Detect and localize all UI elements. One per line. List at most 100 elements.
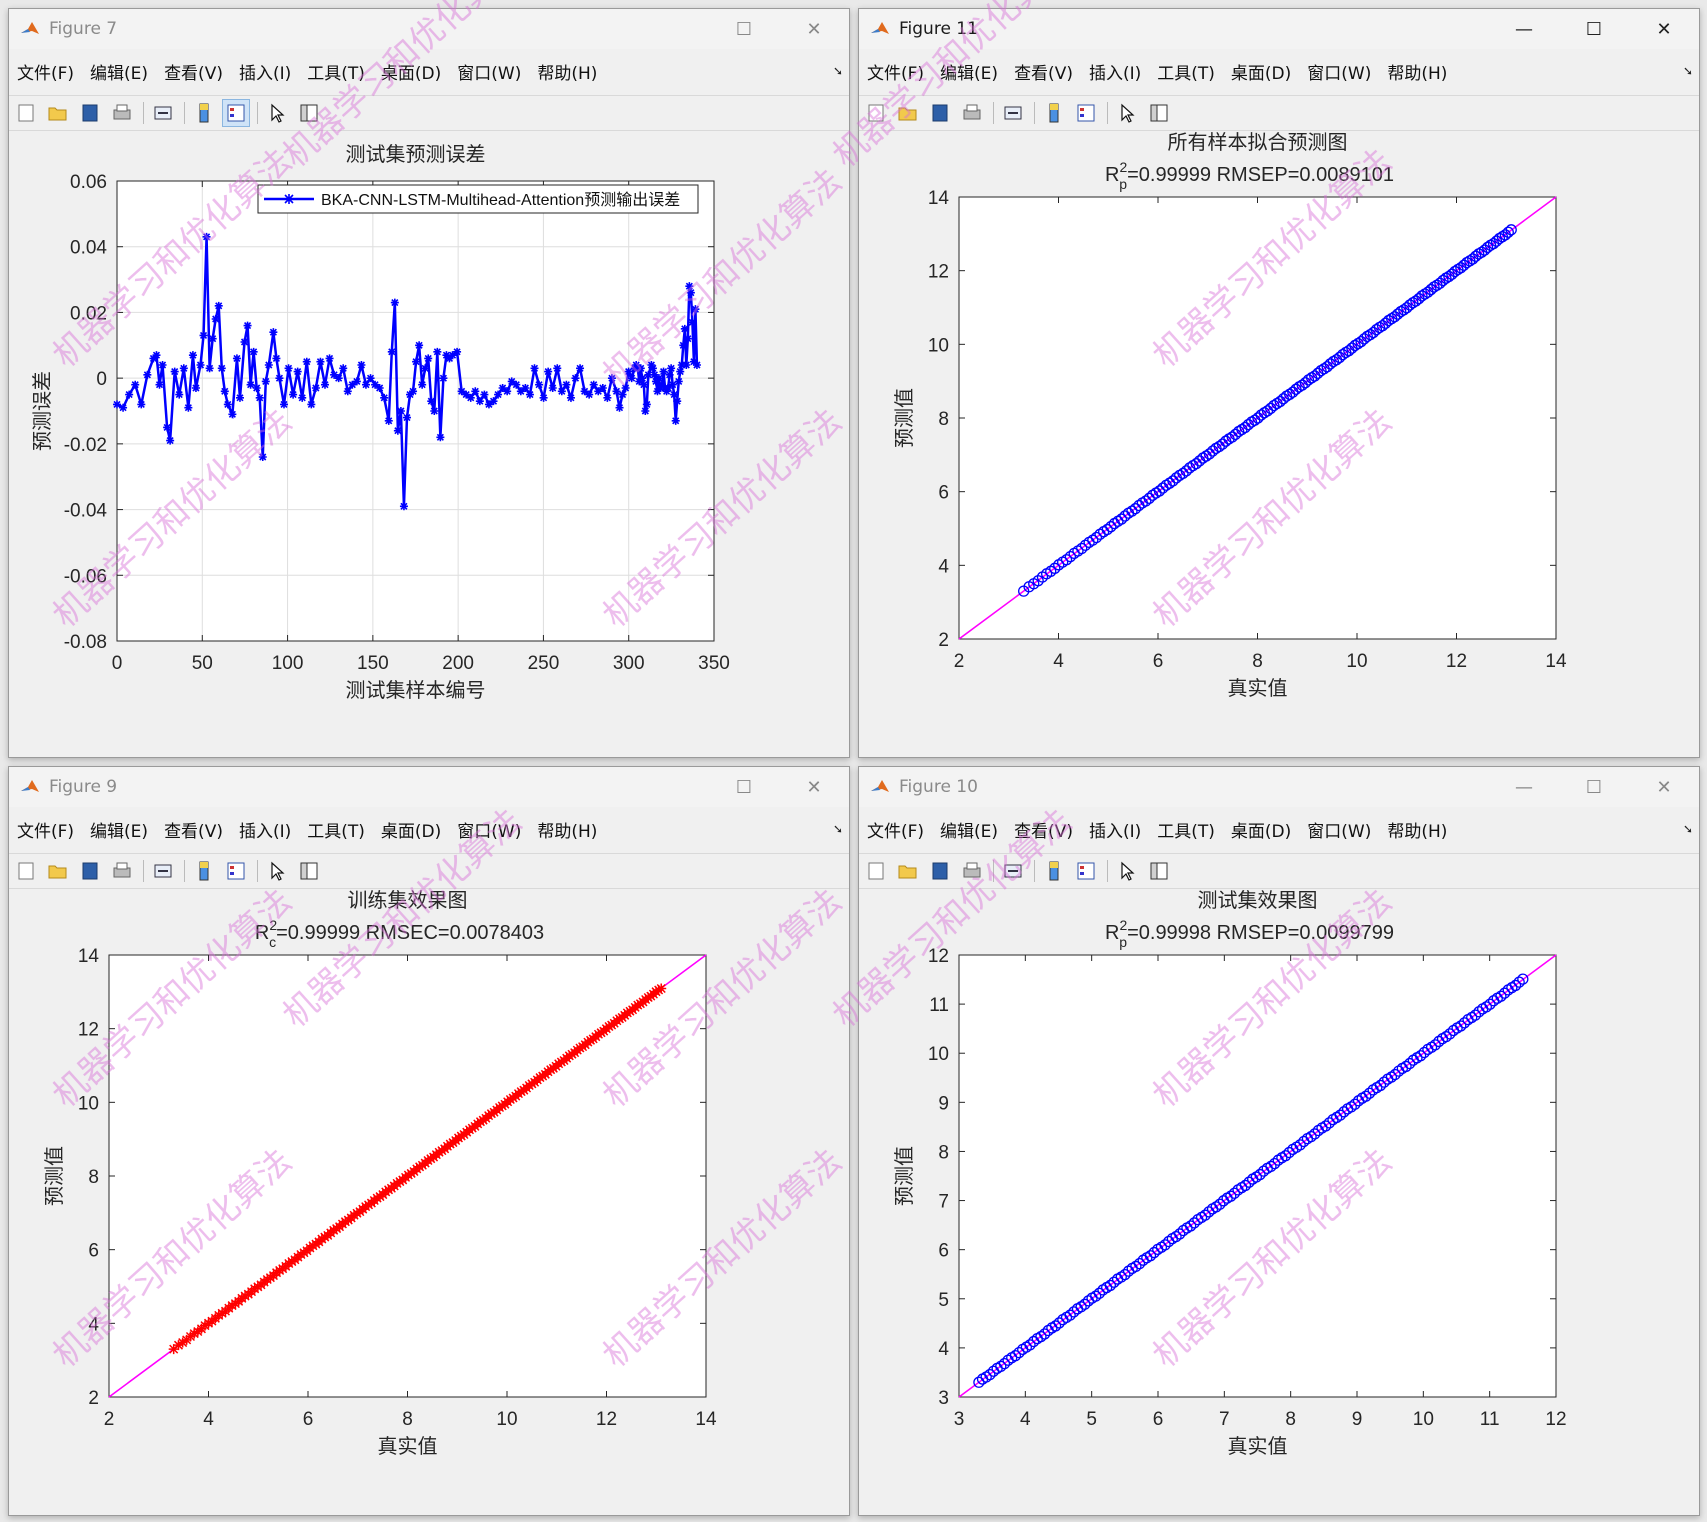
new-figure-icon[interactable] (863, 858, 889, 884)
save-icon[interactable] (77, 858, 103, 884)
save-icon[interactable] (927, 858, 953, 884)
maximize-button[interactable]: ☐ (1559, 9, 1629, 49)
figure-11-window[interactable]: Figure 11 — ☐ ✕ 文件(F) 编辑(E) 查看(V) 插入(I) 工具(T… (858, 8, 1700, 758)
pointer-icon[interactable] (1114, 858, 1140, 884)
open-file-icon[interactable] (45, 100, 71, 126)
new-figure-icon[interactable] (13, 100, 39, 126)
menu-help[interactable]: 帮助(H) (1387, 817, 1447, 842)
training-set-fit-chart[interactable]: 2 4 6 8 10 12 14 2 4 6 8 10 12 14 真实值 预测值 训练集效果图 R2 c=0.99… (9, 887, 849, 1515)
menu-desktop[interactable]: 桌面(D) (1231, 59, 1291, 84)
menu-overflow-icon[interactable]: ➘ (833, 64, 843, 78)
menu-tools[interactable]: 工具(T) (1157, 817, 1215, 842)
minimize-button[interactable]: — (1489, 767, 1559, 807)
menu-overflow-icon[interactable]: ➘ (1683, 822, 1693, 836)
minimize-button[interactable] (639, 9, 709, 49)
save-icon[interactable] (927, 100, 953, 126)
maximize-button[interactable]: ☐ (709, 9, 779, 49)
title-bar[interactable]: Figure 9 ☐ ✕ (9, 767, 849, 807)
property-inspector-icon[interactable] (1146, 100, 1172, 126)
menu-tools[interactable]: 工具(T) (307, 59, 365, 84)
close-button[interactable]: ✕ (779, 767, 849, 807)
print-icon[interactable] (959, 858, 985, 884)
menu-window[interactable]: 窗口(W) (457, 59, 521, 84)
new-figure-icon[interactable] (13, 858, 39, 884)
maximize-button[interactable]: ☐ (1559, 767, 1629, 807)
close-button[interactable]: ✕ (1629, 767, 1699, 807)
close-button[interactable]: ✕ (779, 9, 849, 49)
menu-desktop[interactable]: 桌面(D) (1231, 817, 1291, 842)
menu-file[interactable]: 文件(F) (17, 817, 74, 842)
menu-window[interactable]: 窗口(W) (457, 817, 521, 842)
menu-edit[interactable]: 编辑(E) (90, 817, 148, 842)
menu-edit[interactable]: 编辑(E) (90, 59, 148, 84)
new-figure-icon[interactable] (863, 100, 889, 126)
legend-icon[interactable] (223, 858, 249, 884)
save-icon[interactable] (77, 100, 103, 126)
open-file-icon[interactable] (895, 100, 921, 126)
legend-icon[interactable] (1073, 858, 1099, 884)
minimize-button[interactable]: — (1489, 9, 1559, 49)
menu-help[interactable]: 帮助(H) (537, 817, 597, 842)
menu-view[interactable]: 查看(V) (164, 59, 223, 84)
menu-insert[interactable]: 插入(I) (239, 59, 291, 84)
property-inspector-icon[interactable] (1146, 858, 1172, 884)
menu-help[interactable]: 帮助(H) (537, 59, 597, 84)
legend-icon[interactable] (1073, 100, 1099, 126)
data-point-marker (615, 403, 624, 412)
property-inspector-icon[interactable] (296, 858, 322, 884)
menu-edit[interactable]: 编辑(E) (940, 817, 998, 842)
minimize-button[interactable] (639, 767, 709, 807)
open-file-icon[interactable] (45, 858, 71, 884)
y-tick-label: 6 (88, 1241, 99, 1262)
menu-tools[interactable]: 工具(T) (1157, 59, 1215, 84)
menu-view[interactable]: 查看(V) (164, 817, 223, 842)
link-icon[interactable] (150, 858, 176, 884)
menu-desktop[interactable]: 桌面(D) (381, 59, 441, 84)
menu-insert[interactable]: 插入(I) (239, 817, 291, 842)
menu-file[interactable]: 文件(F) (867, 817, 924, 842)
open-file-icon[interactable] (895, 858, 921, 884)
colorbar-icon[interactable] (191, 858, 217, 884)
menu-view[interactable]: 查看(V) (1014, 59, 1073, 84)
pointer-icon[interactable] (1114, 100, 1140, 126)
menu-desktop[interactable]: 桌面(D) (381, 817, 441, 842)
title-bar[interactable]: Figure 11 — ☐ ✕ (859, 9, 1699, 49)
menu-view[interactable]: 查看(V) (1014, 817, 1073, 842)
menu-overflow-icon[interactable]: ➘ (833, 822, 843, 836)
colorbar-icon[interactable] (1041, 858, 1067, 884)
print-icon[interactable] (109, 100, 135, 126)
menu-window[interactable]: 窗口(W) (1307, 59, 1371, 84)
test-set-fit-chart[interactable]: 3 4 5 6 7 8 9 10 11 12 3 4 5 6 7 8 9 10 11 12 真实值 预测值 测试集效果图 R2… (859, 887, 1699, 1515)
all-samples-fit-chart[interactable]: 2 4 6 8 10 12 14 2 4 6 8 10 12 14 真实值 预测值 所有样本拟合预测图 R2 p=0… (859, 129, 1699, 757)
pointer-icon[interactable] (264, 100, 290, 126)
colorbar-icon[interactable] (191, 100, 217, 126)
link-icon[interactable] (1000, 100, 1026, 126)
maximize-button[interactable]: ☐ (709, 767, 779, 807)
close-button[interactable]: ✕ (1629, 9, 1699, 49)
menu-window[interactable]: 窗口(W) (1307, 817, 1371, 842)
chart-legend[interactable]: BKA-CNN-LSTM-Multihead-Attention预测输出误差 (257, 184, 699, 214)
link-icon[interactable] (150, 100, 176, 126)
error-line-chart[interactable]: 0 50 100 150 200 250 300 350 -0.08 -0.06 -0.04 -0.0… (9, 129, 849, 757)
title-bar[interactable]: Figure 10 — ☐ ✕ (859, 767, 1699, 807)
figure-9-window[interactable]: Figure 9 ☐ ✕ 文件(F) 编辑(E) 查看(V) 插入(I) 工具(T) 桌面… (8, 766, 850, 1516)
pointer-icon[interactable] (264, 858, 290, 884)
figure-10-window[interactable]: Figure 10 — ☐ ✕ 文件(F) 编辑(E) 查看(V) 插入(I) 工具(T… (858, 766, 1700, 1516)
menu-edit[interactable]: 编辑(E) (940, 59, 998, 84)
menu-help[interactable]: 帮助(H) (1387, 59, 1447, 84)
property-inspector-icon[interactable] (296, 100, 322, 126)
legend-icon[interactable] (222, 99, 250, 127)
y-tick-label: 4 (88, 1314, 99, 1335)
menu-overflow-icon[interactable]: ➘ (1683, 64, 1693, 78)
menu-tools[interactable]: 工具(T) (307, 817, 365, 842)
menu-insert[interactable]: 插入(I) (1089, 817, 1141, 842)
menu-file[interactable]: 文件(F) (867, 59, 924, 84)
print-icon[interactable] (109, 858, 135, 884)
figure-7-window[interactable]: Figure 7 ☐ ✕ 文件(F) 编辑(E) 查看(V) 插入(I) 工具(T) 桌面… (8, 8, 850, 758)
title-bar[interactable]: Figure 7 ☐ ✕ (9, 9, 849, 49)
print-icon[interactable] (959, 100, 985, 126)
colorbar-icon[interactable] (1041, 100, 1067, 126)
menu-file[interactable]: 文件(F) (17, 59, 74, 84)
menu-insert[interactable]: 插入(I) (1089, 59, 1141, 84)
link-icon[interactable] (1000, 858, 1026, 884)
